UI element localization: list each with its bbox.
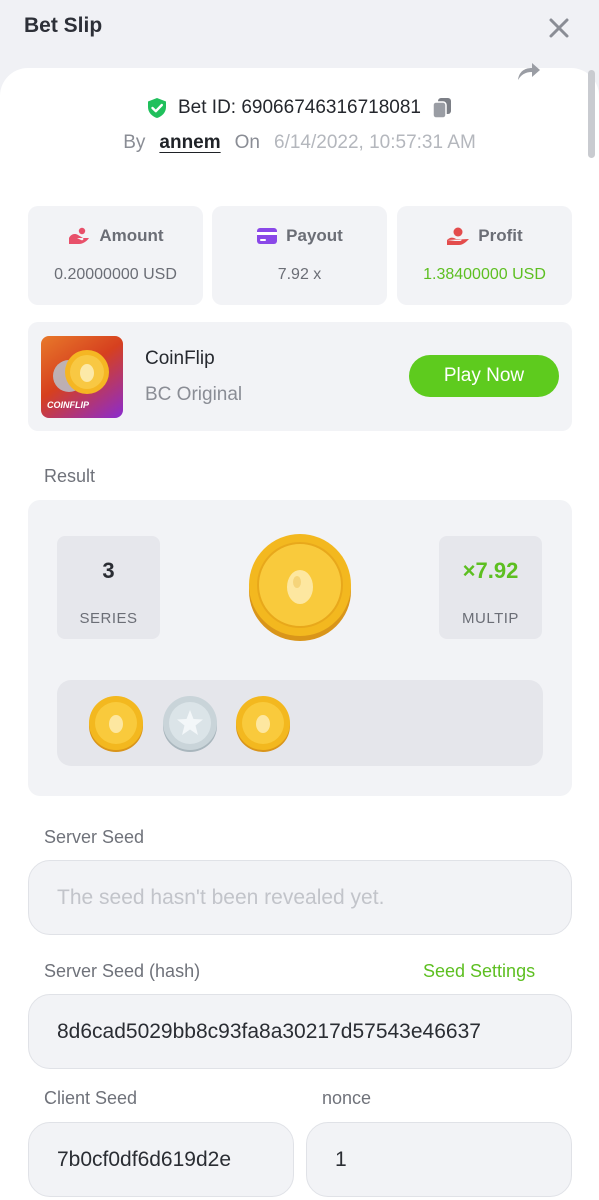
server-seed-label: Server Seed: [44, 827, 145, 847]
page-title: Bet Slip: [24, 14, 103, 37]
profit-value: 1.38400000 USD: [423, 266, 546, 283]
by-label: By: [123, 132, 146, 153]
seed-settings-link[interactable]: Seed Settings: [423, 961, 535, 982]
amount-value: 0.20000000 USD: [54, 266, 177, 283]
server-seed-hash-label: Server Seed (hash): [44, 961, 201, 981]
close-icon[interactable]: [545, 14, 573, 42]
header-bar: Bet Slip: [0, 0, 599, 68]
play-now-button[interactable]: Play Now: [409, 355, 559, 397]
bet-id-row: Bet ID: 69066746316718081: [0, 94, 599, 122]
payout-value: 7.92 x: [277, 266, 322, 283]
server-seed-placeholder: The seed hasn't been revealed yet.: [57, 886, 385, 909]
multiplier-value: ×7.92: [462, 558, 519, 583]
game-name: CoinFlip: [145, 348, 215, 369]
profit-card: Profit 1.38400000 USD: [397, 206, 572, 305]
credit-card-icon: [257, 228, 278, 244]
game-provider: BC Original: [145, 384, 243, 405]
series-label: SERIES: [79, 610, 138, 627]
game-card: COINFLIP CoinFlip BC Original Play Now: [28, 322, 572, 431]
server-seed-hash-value: 8d6cad5029bb8c93fa8a30217d57543e46637: [57, 1020, 481, 1043]
nonce-field[interactable]: 1: [306, 1122, 572, 1197]
client-seed-value: 7b0cf0df6d619d2e: [57, 1148, 231, 1171]
thumbnail-label: COINFLIP: [47, 400, 89, 410]
shield-check-icon: [148, 98, 166, 118]
bet-meta-row: By annem On 6/14/2022, 10:57:31 AM: [0, 130, 599, 156]
amount-label: Amount: [99, 226, 164, 245]
amount-card: Amount 0.20000000 USD: [28, 206, 203, 305]
bet-datetime: 6/14/2022, 10:57:31 AM: [274, 132, 476, 153]
coin-history: [57, 680, 543, 766]
silver-star-coin-icon: [163, 696, 217, 752]
nonce-label: nonce: [322, 1088, 372, 1108]
server-seed-field[interactable]: The seed hasn't been revealed yet.: [28, 860, 572, 935]
copy-icon[interactable]: [431, 96, 453, 120]
client-seed-field[interactable]: 7b0cf0df6d619d2e: [28, 1122, 294, 1197]
series-card: 3 SERIES: [57, 536, 160, 639]
payout-card: Payout 7.92 x: [212, 206, 387, 305]
server-seed-hash-field[interactable]: 8d6cad5029bb8c93fa8a30217d57543e46637: [28, 994, 572, 1069]
username-link[interactable]: annem: [159, 132, 220, 154]
amount-icon: [69, 227, 90, 244]
result-panel: 3 SERIES ×7.92 MULTIP: [28, 500, 572, 796]
payout-label: Payout: [286, 226, 343, 245]
result-label: Result: [44, 466, 96, 486]
series-value: 3: [102, 558, 115, 583]
gold-coin-icon: [89, 696, 143, 752]
share-icon[interactable]: [514, 60, 542, 82]
profit-icon: [447, 227, 470, 245]
gold-coin-icon: [249, 534, 351, 641]
gold-coin-icon: [236, 696, 290, 752]
multiplier-card: ×7.92 MULTIP: [439, 536, 542, 639]
client-seed-label: Client Seed: [44, 1088, 138, 1108]
bet-id: Bet ID: 69066746316718081: [178, 97, 421, 118]
on-label: On: [234, 132, 260, 153]
nonce-value: 1: [335, 1148, 347, 1171]
multiplier-label: MULTIP: [462, 610, 519, 627]
coinflip-thumbnail[interactable]: COINFLIP: [41, 336, 123, 418]
profit-label: Profit: [478, 226, 523, 245]
